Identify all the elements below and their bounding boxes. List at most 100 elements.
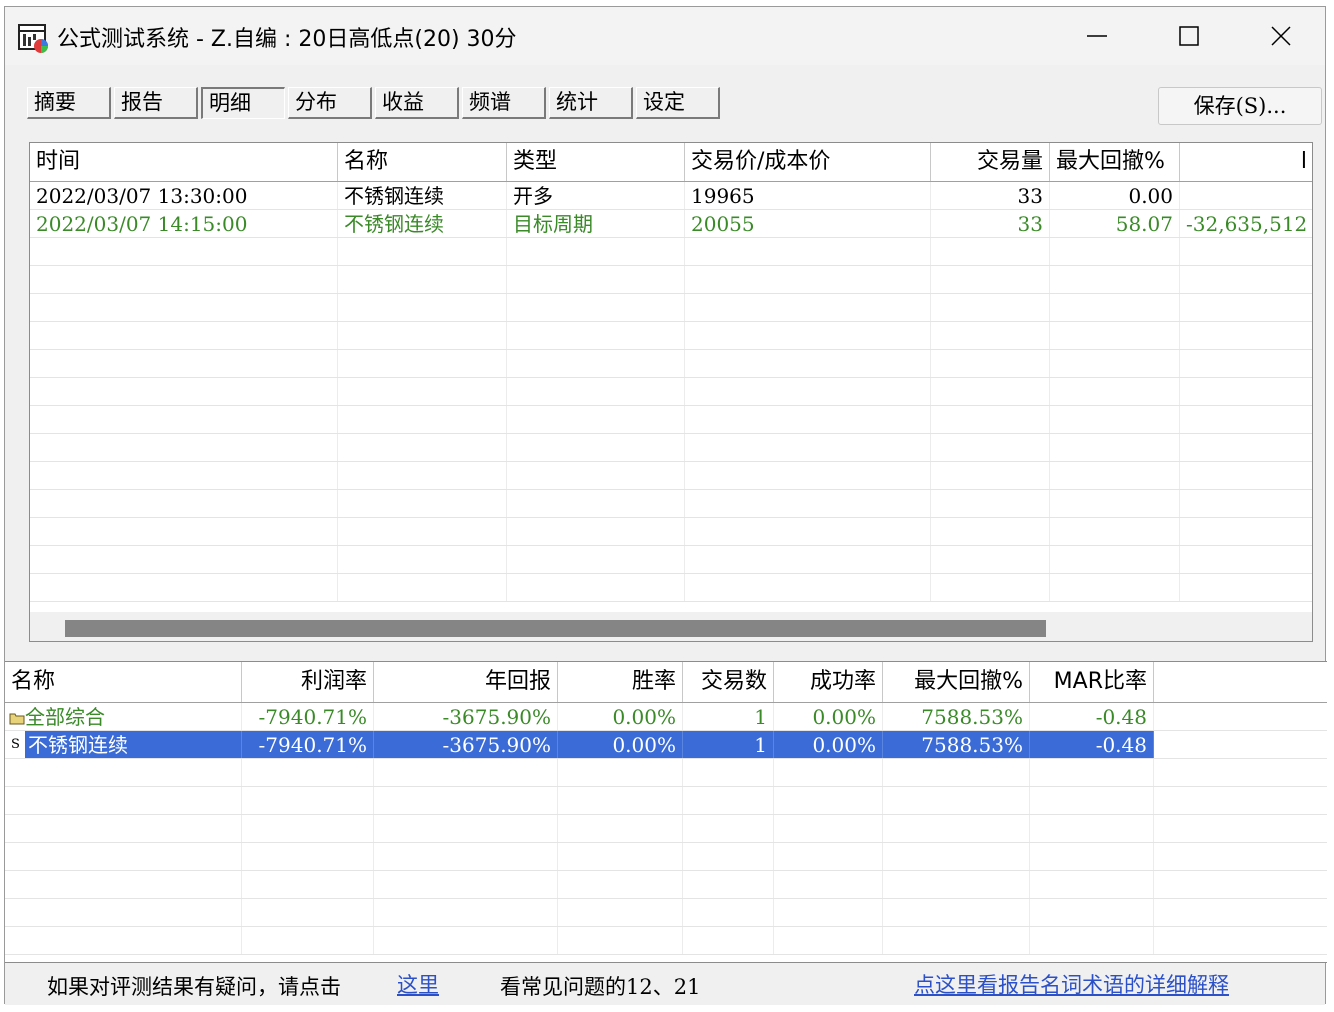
empty-cell	[685, 462, 931, 489]
scrollbar-thumb[interactable]	[65, 620, 1046, 637]
cell-trade-count: 1	[683, 703, 774, 730]
column-header-extra[interactable]: l	[1180, 143, 1312, 181]
empty-row	[30, 490, 1312, 518]
glossary-link[interactable]: 点这里看报告名词术语的详细解释	[914, 969, 1229, 999]
cell-time: 2022/03/07 14:15:00	[30, 210, 338, 237]
empty-cell	[1050, 294, 1180, 321]
cell-max-drawdown: 7588.53%	[883, 731, 1030, 758]
empty-cell	[685, 518, 931, 545]
empty-cell	[507, 490, 685, 517]
empty-cell	[374, 843, 558, 870]
column-header-name[interactable]: 名称	[338, 143, 507, 181]
close-icon	[1271, 26, 1291, 46]
empty-cell	[931, 266, 1050, 293]
empty-cell	[5, 871, 242, 898]
column-header-mar-ratio[interactable]: MAR比率	[1030, 662, 1154, 702]
empty-cell	[685, 238, 931, 265]
empty-cell	[931, 518, 1050, 545]
empty-cell	[883, 927, 1030, 954]
table-row[interactable]: 全部综合 -7940.71% -3675.90% 0.00% 1 0.00% 7…	[5, 703, 1327, 731]
empty-cell	[683, 927, 774, 954]
cell-name: 不锈钢连续	[338, 210, 507, 237]
empty-cell	[931, 378, 1050, 405]
empty-cell	[30, 434, 338, 461]
cell-trade-count: 1	[683, 731, 774, 758]
empty-cell	[1030, 787, 1154, 814]
empty-cell	[338, 322, 507, 349]
tab-returns[interactable]: 收益	[375, 87, 459, 119]
empty-cell	[774, 871, 883, 898]
column-header-volume[interactable]: 交易量	[931, 143, 1050, 181]
horizontal-scrollbar[interactable]	[30, 612, 1312, 641]
tab-distribution[interactable]: 分布	[288, 87, 372, 119]
column-header-drawdown[interactable]: 最大回撤%	[1050, 143, 1180, 181]
empty-row	[5, 815, 1327, 843]
question-link[interactable]: 这里	[397, 969, 439, 999]
empty-cell	[883, 899, 1030, 926]
empty-cell	[883, 871, 1030, 898]
empty-cell	[30, 574, 338, 601]
empty-cell	[558, 815, 683, 842]
tab-summary[interactable]: 摘要	[27, 87, 111, 119]
table-header: 时间 名称 类型 交易价/成本价 交易量 最大回撤% l	[30, 143, 1312, 182]
tab-settings[interactable]: 设定	[636, 87, 720, 119]
empty-row	[30, 322, 1312, 350]
maximize-button[interactable]	[1143, 7, 1235, 65]
empty-cell	[883, 759, 1030, 786]
tab-detail[interactable]: 明细	[201, 87, 285, 119]
empty-cell	[5, 899, 242, 926]
empty-cell	[1050, 266, 1180, 293]
empty-cell	[1180, 546, 1312, 573]
selection-highlight: 不锈钢连续 -7940.71% -3675.90% 0.00% 1 0.00% …	[25, 731, 1154, 758]
tab-statistics[interactable]: 统计	[549, 87, 633, 119]
empty-row	[30, 546, 1312, 574]
cell-price: 20055	[685, 210, 931, 237]
empty-cell	[683, 843, 774, 870]
tab-report[interactable]: 报告	[114, 87, 198, 119]
column-header-price[interactable]: 交易价/成本价	[685, 143, 931, 181]
empty-cell	[931, 350, 1050, 377]
empty-cell	[1050, 350, 1180, 377]
empty-cell	[374, 787, 558, 814]
empty-cell	[683, 815, 774, 842]
empty-cell	[507, 322, 685, 349]
column-header-annual-return[interactable]: 年回报	[374, 662, 558, 702]
cell-time: 2022/03/07 13:30:00	[30, 182, 338, 209]
empty-cell	[774, 927, 883, 954]
column-header-trade-count[interactable]: 交易数	[683, 662, 774, 702]
table-row[interactable]: 2022/03/07 14:15:00 不锈钢连续 目标周期 20055 33 …	[30, 210, 1312, 238]
table-row[interactable]: 2022/03/07 13:30:00 不锈钢连续 开多 19965 33 0.…	[30, 182, 1312, 210]
empty-cell	[1180, 406, 1312, 433]
column-header-type[interactable]: 类型	[507, 143, 685, 181]
empty-cell	[338, 490, 507, 517]
save-button[interactable]: 保存(S)...	[1158, 87, 1322, 125]
empty-cell	[338, 266, 507, 293]
column-header-success-rate[interactable]: 成功率	[774, 662, 883, 702]
tab-spectrum[interactable]: 频谱	[462, 87, 546, 119]
minimize-button[interactable]	[1051, 7, 1143, 65]
strategy-summary-table[interactable]: 名称 利润率 年回报 胜率 交易数 成功率 最大回撤% MAR比率 全部综合 -…	[5, 661, 1327, 963]
empty-cell	[338, 294, 507, 321]
close-button[interactable]	[1235, 7, 1327, 65]
empty-cell	[1030, 899, 1154, 926]
column-header-name[interactable]: 名称	[5, 662, 242, 702]
empty-row	[30, 462, 1312, 490]
empty-cell	[507, 378, 685, 405]
column-header-time[interactable]: 时间	[30, 143, 338, 181]
trade-detail-table[interactable]: 时间 名称 类型 交易价/成本价 交易量 最大回撤% l 2022/03/07 …	[29, 142, 1313, 642]
empty-cell	[5, 927, 242, 954]
empty-cell	[1180, 574, 1312, 601]
column-header-max-drawdown[interactable]: 最大回撤%	[883, 662, 1030, 702]
column-header-profit-rate[interactable]: 利润率	[242, 662, 374, 702]
cell-annual-return: -3675.90%	[374, 731, 558, 758]
column-header-win-rate[interactable]: 胜率	[558, 662, 683, 702]
empty-cell	[685, 350, 931, 377]
table-row-selected[interactable]: S 不锈钢连续 -7940.71% -3675.90% 0.00% 1 0.00…	[5, 731, 1327, 759]
empty-cell	[507, 574, 685, 601]
empty-cell	[374, 871, 558, 898]
cell-volume: 33	[931, 210, 1050, 237]
empty-cell	[1050, 406, 1180, 433]
formula-test-window: 公式测试系统 - Z.自编 : 20日高低点(20) 30分 摘要 报告 明细 …	[4, 6, 1327, 1005]
empty-cell	[338, 574, 507, 601]
empty-cell	[931, 406, 1050, 433]
